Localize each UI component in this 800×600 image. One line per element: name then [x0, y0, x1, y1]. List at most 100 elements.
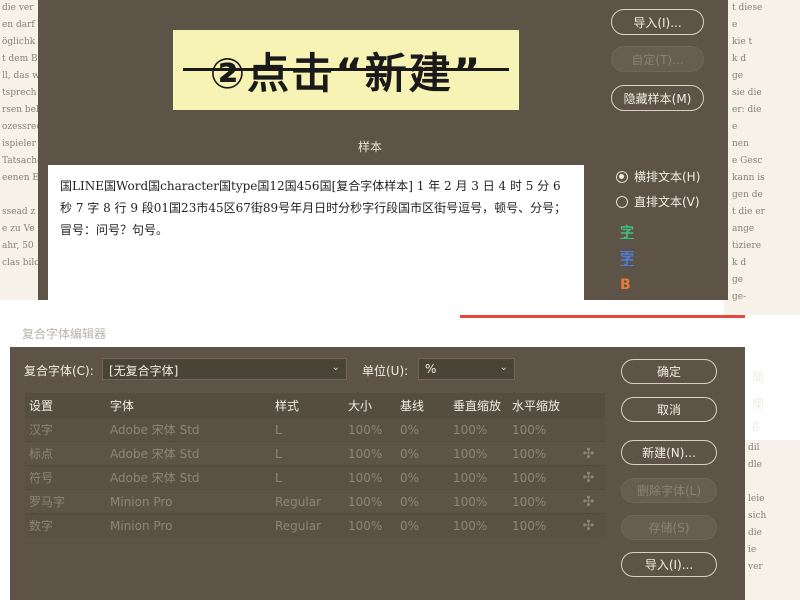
background-text-line: ge- — [732, 292, 747, 302]
composite-font-label: 复合字体(C): — [24, 364, 94, 378]
cell-font: Minion Pro — [110, 518, 173, 533]
background-document-right-lower: dil dle leie sich die ie ver — [740, 440, 800, 600]
background-text-line: k d — [732, 54, 747, 64]
background-text-line: nen — [732, 139, 749, 149]
background-text-line: tsprech — [2, 88, 37, 98]
radio-horizontal-label: 横排文本(H) — [634, 170, 701, 184]
sample-panel-dialog: ②点击“新建” 样本 国LINE国Word国character国type国12国… — [38, 0, 728, 300]
composite-font-value: [无复合字体] — [109, 364, 179, 378]
background-text-line: die — [748, 528, 762, 538]
blue-char-icon[interactable]: 字 — [620, 249, 634, 269]
banner-text: ②点击“新建” — [209, 48, 483, 98]
table-row[interactable]: 罗马字 Minion Pro Regular 100% 0% 100% 100%… — [25, 489, 605, 513]
cell-font: Adobe 宋体 Std — [110, 471, 200, 485]
background-text-line: k d — [732, 258, 747, 268]
background-text-line: Tatsache — [2, 156, 40, 166]
background-text-line: dil — [748, 443, 760, 453]
background-text-line: rsen beha — [2, 105, 40, 115]
cell-style: L — [275, 422, 282, 437]
font-settings-table: 设置 字体 样式 大小 基线 垂直缩放 水平缩放 汉字 Adobe 宋体 Std… — [25, 393, 605, 537]
import-button[interactable]: 导入(I)... — [621, 552, 717, 577]
table-row[interactable]: 标点 Adobe 宋体 Std L 100% 0% 100% 100% ✣ — [25, 441, 605, 465]
cancel-button[interactable]: 取消 — [621, 397, 717, 422]
green-char-icon[interactable]: 字 — [620, 222, 634, 242]
cell-font: Minion Pro — [110, 494, 173, 509]
radio-horizontal-text[interactable]: 横排文本(H) — [616, 168, 700, 185]
chevron-down-icon: ⌄ — [499, 362, 508, 373]
save-button[interactable]: 存储(S) — [621, 515, 717, 540]
background-text-line: kie t — [732, 37, 753, 47]
side-panel-fragment: 簡 — [752, 370, 765, 384]
cell-baseline: 0% — [400, 494, 420, 509]
cell-baseline: 0% — [400, 518, 420, 533]
cell-font: Adobe 宋体 Std — [110, 423, 200, 437]
background-text-line: en darf — [2, 20, 35, 30]
table-row[interactable]: 汉字 Adobe 宋体 Std L 100% 0% 100% 100% — [25, 417, 605, 441]
cell-setting: 汉字 — [29, 423, 54, 437]
side-panel-fragment: ß — [752, 420, 760, 434]
side-panel-fragment: 簡 — [752, 397, 765, 411]
cell-baseline: 0% — [400, 470, 420, 485]
title-bar-white-edge — [10, 315, 460, 318]
background-text-line: öglichk — [2, 37, 36, 47]
column-header: 垂直缩放 — [453, 398, 502, 413]
cell-baseline: 0% — [400, 446, 420, 461]
cell-size: 100% — [348, 518, 383, 533]
cell-vscale: 100% — [453, 470, 488, 485]
column-header: 设置 — [29, 398, 54, 413]
import-button-top[interactable]: 导入(I)... — [611, 9, 704, 35]
radio-vertical-text[interactable]: 直排文本(V) — [616, 193, 700, 210]
hide-sample-button[interactable]: 隐藏样本(M) — [611, 85, 704, 111]
orange-b-icon[interactable]: B — [620, 277, 631, 293]
delete-font-button[interactable]: 删除字体(L) — [621, 478, 717, 503]
cell-hscale: 100% — [512, 494, 547, 509]
table-row[interactable]: 数字 Minion Pro Regular 100% 0% 100% 100% … — [25, 513, 605, 537]
unit-select[interactable]: % ⌄ — [418, 358, 515, 380]
radio-unselected-icon — [616, 195, 628, 208]
cell-size: 100% — [348, 422, 383, 437]
cell-style: L — [275, 470, 282, 485]
background-text-line — [2, 187, 40, 204]
move-icon[interactable]: ✣ — [572, 518, 605, 534]
custom-button[interactable]: 自定(T)... — [611, 46, 704, 72]
background-text-line: ange — [732, 224, 755, 234]
composite-font-editor-dialog: 复合字体编辑器 复合字体(C): [无复合字体] ⌄ 单位(U): % ⌄ 设置… — [10, 315, 745, 600]
column-header: 大小 — [348, 398, 373, 413]
instruction-banner: ②点击“新建” — [173, 30, 519, 110]
background-text-line: sie die — [732, 88, 762, 98]
background-text-line: gen de — [732, 190, 763, 200]
cell-setting: 数字 — [29, 519, 54, 533]
background-text-line: ozessrec — [2, 122, 40, 132]
background-text-line: ssead z — [2, 207, 36, 217]
cell-size: 100% — [348, 494, 383, 509]
cell-vscale: 100% — [453, 446, 488, 461]
cell-font: Adobe 宋体 Std — [110, 447, 200, 461]
unit-label: 单位(U): — [362, 364, 409, 378]
background-text-line: ispieler — [2, 139, 36, 149]
table-header: 设置 字体 样式 大小 基线 垂直缩放 水平缩放 — [25, 393, 605, 417]
new-button[interactable]: 新建(N)... — [621, 440, 717, 465]
cell-hscale: 100% — [512, 422, 547, 437]
column-header: 样式 — [275, 398, 300, 413]
background-document-left: die ver en darf öglichk t dem B ll, das w tsp… — [0, 0, 40, 300]
ok-button[interactable]: 确定 — [621, 359, 717, 384]
background-text-line: tiziere — [732, 241, 762, 251]
move-icon[interactable]: ✣ — [572, 494, 605, 510]
cell-setting: 罗马字 — [29, 495, 66, 509]
background-text-line: e zu Ve — [2, 224, 35, 234]
background-text-line: sich — [748, 511, 767, 521]
cell-vscale: 100% — [453, 494, 488, 509]
background-text-line: er: die — [732, 105, 762, 115]
background-text-line: ahr, 50 — [2, 241, 34, 251]
cell-vscale: 100% — [453, 518, 488, 533]
table-row[interactable]: 符号 Adobe 宋体 Std L 100% 0% 100% 100% ✣ — [25, 465, 605, 489]
background-text-line: clas bild — [2, 258, 40, 268]
table-body: 汉字 Adobe 宋体 Std L 100% 0% 100% 100% 标点 A… — [25, 417, 605, 537]
column-header: 字体 — [110, 398, 135, 413]
composite-font-select[interactable]: [无复合字体] ⌄ — [102, 358, 347, 380]
background-text-line: ie — [748, 545, 757, 555]
move-icon[interactable]: ✣ — [572, 446, 605, 462]
dialog-title: 复合字体编辑器 — [22, 327, 107, 341]
cell-hscale: 100% — [512, 518, 547, 533]
move-icon[interactable]: ✣ — [572, 470, 605, 486]
